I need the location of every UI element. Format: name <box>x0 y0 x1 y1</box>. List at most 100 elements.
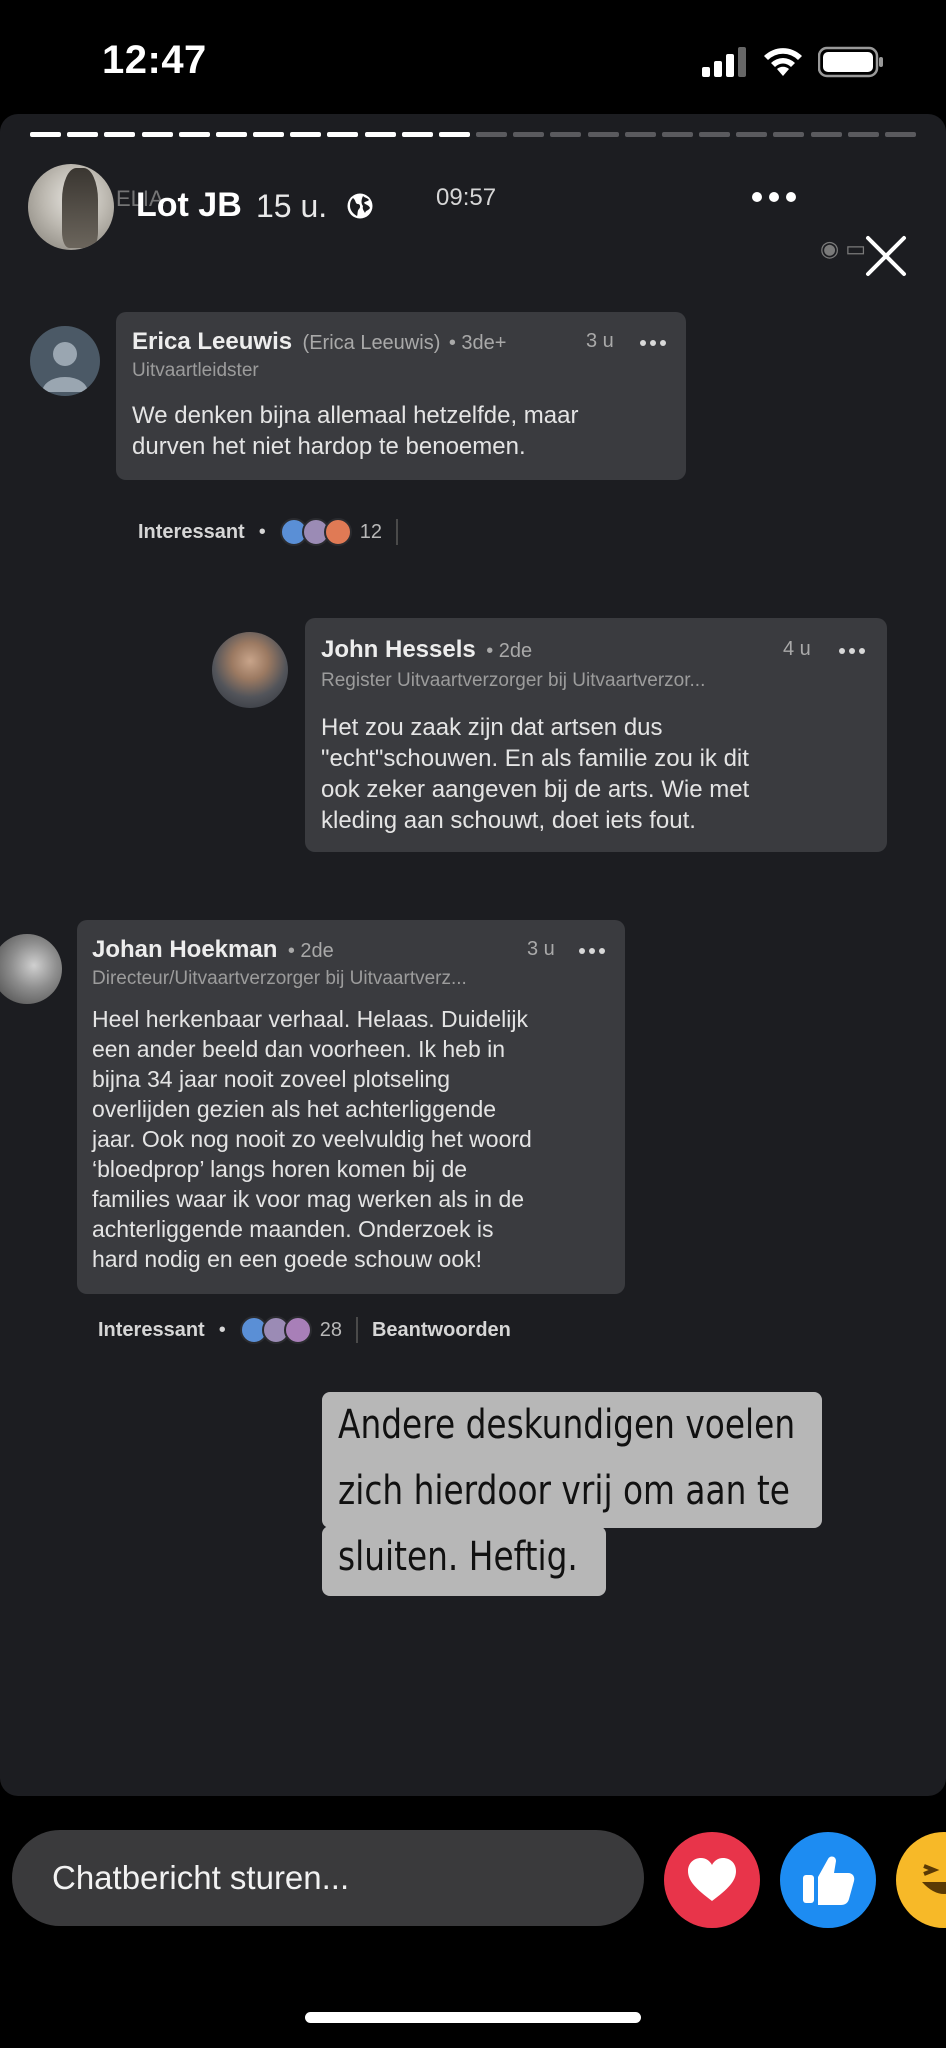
chat-placeholder: Chatbericht sturen... <box>52 1859 350 1896</box>
interesting-button[interactable]: Interessant <box>98 1319 205 1342</box>
comment-more-icon[interactable] <box>579 948 605 954</box>
reaction-icons[interactable] <box>279 518 352 546</box>
comment-body: Heel herkenbaar verhaal. Helaas. Duideli… <box>92 1004 532 1274</box>
comment-actions: Interessant • 12 <box>138 518 398 546</box>
home-indicator[interactable] <box>305 2012 641 2023</box>
commenter-role: Register Uitvaartverzorger bij Uitvaartv… <box>321 670 706 691</box>
caption-line: Andere deskundigen voelen <box>338 1402 796 1448</box>
reaction-icons[interactable] <box>239 1316 312 1344</box>
comment-line: hard nodig en een goede schouw ook! <box>92 1246 483 1272</box>
progress-segment <box>327 132 359 137</box>
progress-segment <box>178 132 210 137</box>
reaction-count: 28 <box>319 1318 342 1341</box>
commenter-photo <box>0 934 62 1004</box>
battery-icon <box>818 46 883 78</box>
action-separator-dot: • <box>218 1318 226 1341</box>
progress-segment <box>476 132 508 137</box>
commenter-alias: (Erica Leeuwis) <box>302 332 441 354</box>
comment-card: Johan Hoekman • 2de 3 u Directeur/Uitvaa… <box>77 920 625 1294</box>
screenshot-time: 09:57 <box>436 184 497 211</box>
progress-segment <box>290 132 322 137</box>
commenter-name[interactable]: Johan Hoekman <box>92 936 277 963</box>
progress-segment <box>587 132 619 137</box>
laugh-face-icon <box>922 1864 946 1894</box>
cellular-signal-icon <box>702 47 746 77</box>
comment-line: ook zeker aangeven bij de arts. Wie met <box>321 776 750 803</box>
interesting-button[interactable]: Interessant <box>138 521 245 544</box>
progress-segment <box>364 132 396 137</box>
wifi-icon <box>764 48 802 76</box>
divider <box>355 1317 358 1343</box>
commenter-role: Uitvaartleidster <box>132 360 259 381</box>
story-progress <box>30 132 916 138</box>
progress-segment <box>624 132 656 137</box>
progress-segment <box>550 132 582 137</box>
comment-more-icon[interactable] <box>640 340 666 346</box>
status-icons <box>702 46 884 78</box>
chat-message-input[interactable]: Chatbericht sturen... <box>12 1830 644 1926</box>
comment-line: We denken bijna allemaal hetzelfde, maar <box>132 402 579 429</box>
comment-time: 3 u <box>586 330 614 352</box>
status-bar: 12:47 <box>0 0 946 120</box>
story-caption: Andere deskundigen voelen zich hierdoor … <box>338 1392 795 1590</box>
progress-segment <box>661 132 693 137</box>
comment-line: families waar ik voor mag werken als in … <box>92 1186 525 1212</box>
laugh-reaction-button[interactable] <box>896 1832 946 1928</box>
author-name[interactable]: Lot JB <box>136 186 242 225</box>
heart-icon <box>688 1858 736 1901</box>
reaction-count: 12 <box>359 520 382 543</box>
support-reaction-icon <box>283 1316 312 1344</box>
heart-reaction-button[interactable] <box>664 1832 760 1928</box>
author-avatar[interactable] <box>28 164 114 250</box>
story-viewer[interactable]: ELIA Lot JB 15 u. 09:57 ◉ ▭ Erica Leeuwi… <box>0 114 946 1796</box>
story-header: ELIA Lot JB 15 u. 09:57 ◉ ▭ <box>0 164 946 276</box>
close-icon[interactable] <box>862 232 910 280</box>
love-reaction-icon <box>323 518 352 546</box>
progress-segment <box>847 132 879 137</box>
caption-line: zich hierdoor vrij om aan te <box>338 1468 790 1514</box>
comment-line: ‘bloedprop’ langs horen komen bij de <box>92 1156 468 1182</box>
reply-button[interactable]: Beantwoorden <box>372 1319 511 1342</box>
progress-segment <box>104 132 136 137</box>
progress-segment <box>253 132 285 137</box>
progress-segment <box>141 132 173 137</box>
globe-icon <box>347 193 373 219</box>
comment-line: jaar. Ook nog nooit zo veelvuldig het wo… <box>92 1126 532 1152</box>
progress-segment <box>30 132 62 137</box>
divider <box>395 519 398 545</box>
progress-segment <box>513 132 545 137</box>
progress-segment <box>401 132 433 137</box>
like-reaction-button[interactable] <box>780 1832 876 1928</box>
comment-card: John Hessels • 2de 4 u Register Uitvaart… <box>305 618 887 852</box>
thumbs-up-icon <box>803 1856 855 1905</box>
bottom-bar: Chatbericht sturen... <box>0 1810 946 1950</box>
more-options-icon[interactable] <box>752 192 796 202</box>
commenter-name[interactable]: Erica Leeuwis <box>132 328 292 355</box>
progress-segment <box>773 132 805 137</box>
comment-actions: Interessant • 28 Beantwoorden <box>98 1316 511 1344</box>
connection-degree: • 3de+ <box>448 332 507 354</box>
status-time: 12:47 <box>102 38 207 82</box>
commenter-photo <box>212 632 288 708</box>
comment-line: achterliggende maanden. Onderzoek is <box>92 1216 494 1242</box>
progress-segment <box>699 132 731 137</box>
comment-line: overlijden gezien als het achterliggende <box>92 1096 497 1122</box>
progress-segment <box>884 132 916 137</box>
connection-degree: • 2de <box>287 940 334 962</box>
comment-more-icon[interactable] <box>839 648 865 654</box>
comment-line: "echt"schouwen. En als familie zou ik di… <box>321 745 749 772</box>
comment-line: kleding aan schouwt, doet iets fout. <box>321 807 696 834</box>
default-avatar-icon <box>42 342 88 392</box>
commenter-role: Directeur/Uitvaartverzorger bij Uitvaart… <box>92 968 467 989</box>
progress-segment <box>810 132 842 137</box>
comment-line: Het zou zaak zijn dat artsen dus <box>321 714 663 741</box>
comment-card: Erica Leeuwis (Erica Leeuwis) • 3de+ 3 u… <box>116 312 686 480</box>
comment-avatar <box>30 326 100 396</box>
comment-line: Heel herkenbaar verhaal. Helaas. Duideli… <box>92 1006 528 1032</box>
commenter-name[interactable]: John Hessels <box>321 636 476 663</box>
progress-segment <box>438 132 470 137</box>
comment-body: Het zou zaak zijn dat artsen dus "echt"s… <box>321 712 749 836</box>
comment-line: durven het niet hardop te benoemen. <box>132 433 526 460</box>
progress-segment <box>736 132 768 137</box>
connection-degree: • 2de <box>486 640 533 662</box>
